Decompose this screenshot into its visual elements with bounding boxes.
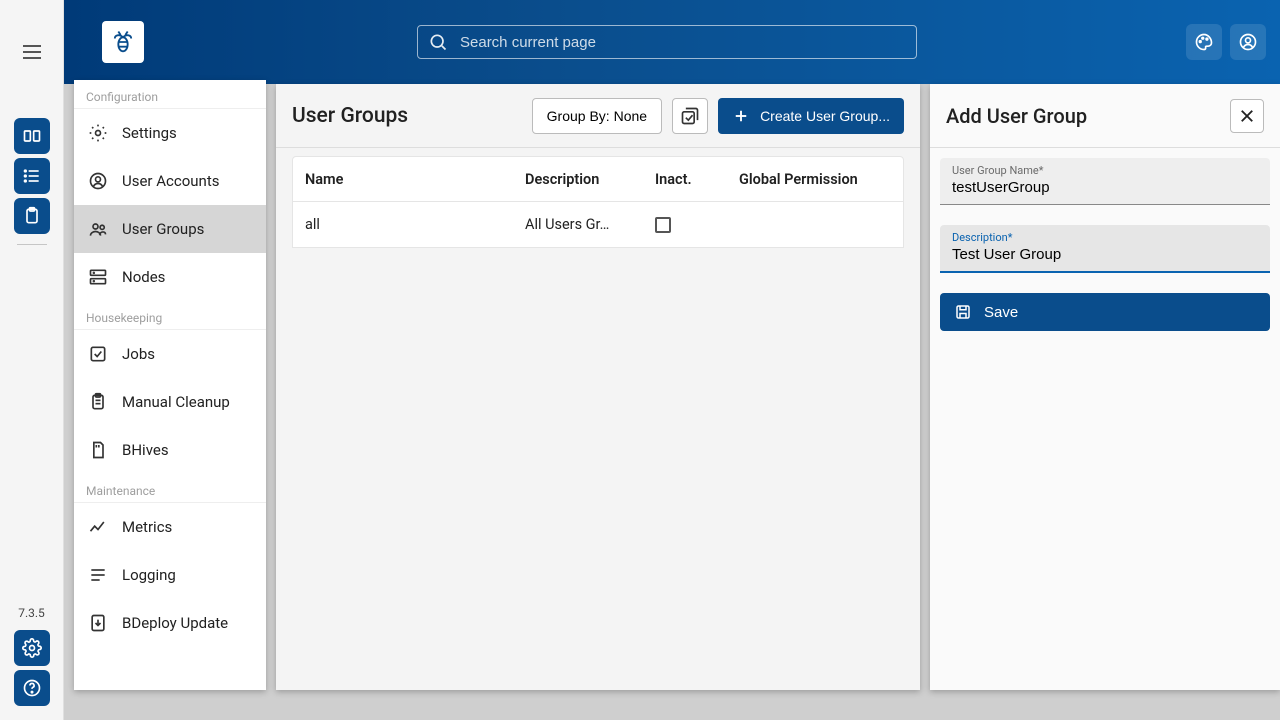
table-header-row: Name Description Inact. Global Permissio… xyxy=(292,156,904,202)
sidebar-section-maintenance: Maintenance xyxy=(74,474,266,503)
sidebar-item-label: Logging xyxy=(122,566,176,584)
rail-settings-button[interactable] xyxy=(14,630,50,666)
sidebar-item-nodes[interactable]: Nodes xyxy=(74,253,266,301)
bee-icon xyxy=(109,28,137,56)
rail-help-button[interactable] xyxy=(14,670,50,706)
workspace-icon xyxy=(22,126,42,146)
rail-workspace-button[interactable] xyxy=(14,118,50,154)
lines-icon xyxy=(88,565,108,585)
drawer-header: Add User Group xyxy=(930,84,1280,148)
close-drawer-button[interactable] xyxy=(1230,99,1264,133)
gear-icon xyxy=(22,638,42,658)
clipboard-icon xyxy=(22,206,42,226)
save-label: Save xyxy=(984,304,1018,321)
list-icon xyxy=(22,166,42,186)
save-icon xyxy=(954,303,972,321)
group-by-label: Group By: None xyxy=(547,108,647,124)
left-rail: 7.3.5 xyxy=(0,0,64,720)
page-title: User Groups xyxy=(292,104,522,128)
sidebar-item-bhives[interactable]: BHives xyxy=(74,426,266,474)
users-icon xyxy=(88,219,108,239)
column-header-inactive[interactable]: Inact. xyxy=(655,171,739,188)
sidebar-item-label: Metrics xyxy=(122,518,172,536)
select-all-button[interactable] xyxy=(672,98,708,134)
main-header: User Groups Group By: None Create User G… xyxy=(276,84,920,148)
clipboard-list-icon xyxy=(88,392,108,412)
sidebar-item-jobs[interactable]: Jobs xyxy=(74,330,266,378)
sidebar-item-bdeploy-update[interactable]: BDeploy Update xyxy=(74,599,266,647)
rail-clipboard-button[interactable] xyxy=(14,198,50,234)
app-bar xyxy=(64,0,1280,84)
sidebar-item-logging[interactable]: Logging xyxy=(74,551,266,599)
add-user-group-drawer: Add User Group User Group Name* Descript… xyxy=(930,84,1280,690)
drawer-title: Add User Group xyxy=(946,104,1230,128)
search-icon xyxy=(428,32,448,52)
cell-inactive xyxy=(655,217,739,233)
save-button[interactable]: Save xyxy=(940,293,1270,331)
account-button[interactable] xyxy=(1230,24,1266,60)
sidebar-item-label: Manual Cleanup xyxy=(122,393,230,411)
hamburger-menu-button[interactable] xyxy=(14,34,50,70)
main-panel: User Groups Group By: None Create User G… xyxy=(276,84,920,690)
user-circle-icon xyxy=(88,171,108,191)
app-logo[interactable] xyxy=(102,21,144,63)
select-all-icon xyxy=(680,106,700,126)
search-input[interactable] xyxy=(458,33,906,52)
sidebar-item-metrics[interactable]: Metrics xyxy=(74,503,266,551)
rail-list-button[interactable] xyxy=(14,158,50,194)
group-by-button[interactable]: Group By: None xyxy=(532,98,662,134)
sidebar-item-label: BHives xyxy=(122,441,169,459)
sidebar-item-label: Jobs xyxy=(122,345,155,363)
description-field[interactable]: Description* xyxy=(940,225,1270,273)
sidebar-item-label: User Accounts xyxy=(122,172,219,190)
table-row[interactable]: all All Users Gr… xyxy=(292,202,904,248)
sidebar-item-label: Settings xyxy=(122,124,177,142)
sidebar-section-housekeeping: Housekeeping xyxy=(74,301,266,330)
sidebar-item-settings[interactable]: Settings xyxy=(74,109,266,157)
column-header-description[interactable]: Description xyxy=(525,171,655,188)
sidebar-item-user-accounts[interactable]: User Accounts xyxy=(74,157,266,205)
create-user-group-button[interactable]: Create User Group... xyxy=(718,98,904,134)
user-groups-table: Name Description Inact. Global Permissio… xyxy=(276,148,920,690)
checkbox-icon[interactable] xyxy=(655,217,671,233)
gear-icon xyxy=(88,123,108,143)
app-version: 7.3.5 xyxy=(18,606,45,620)
sidebar-item-manual-cleanup[interactable]: Manual Cleanup xyxy=(74,378,266,426)
search-box[interactable] xyxy=(417,25,917,59)
column-header-global-permission[interactable]: Global Permission xyxy=(739,171,891,188)
user-group-name-field[interactable]: User Group Name* xyxy=(940,158,1270,205)
field-label: Description* xyxy=(952,231,1258,244)
plus-icon xyxy=(732,107,750,125)
rail-divider xyxy=(17,244,47,245)
user-icon xyxy=(1238,32,1258,52)
description-input[interactable] xyxy=(952,244,1258,267)
create-label: Create User Group... xyxy=(760,108,890,124)
sd-card-icon xyxy=(88,440,108,460)
help-icon xyxy=(22,678,42,698)
download-box-icon xyxy=(88,613,108,633)
cell-name: all xyxy=(305,216,525,233)
sidebar-item-user-groups[interactable]: User Groups xyxy=(74,205,266,253)
sidebar-item-label: Nodes xyxy=(122,268,165,286)
server-icon xyxy=(88,267,108,287)
column-header-name[interactable]: Name xyxy=(305,171,525,188)
field-label: User Group Name* xyxy=(952,164,1258,177)
chart-line-icon xyxy=(88,517,108,537)
check-square-icon xyxy=(88,344,108,364)
cell-description: All Users Gr… xyxy=(525,216,655,233)
palette-icon xyxy=(1194,32,1214,52)
sidebar-section-configuration: Configuration xyxy=(74,80,266,109)
theme-button[interactable] xyxy=(1186,24,1222,60)
sidebar-item-label: User Groups xyxy=(122,220,204,238)
close-icon xyxy=(1238,107,1256,125)
settings-sidebar: Configuration Settings User Accounts Use… xyxy=(74,80,266,690)
sidebar-item-label: BDeploy Update xyxy=(122,614,228,632)
user-group-name-input[interactable] xyxy=(952,177,1258,200)
